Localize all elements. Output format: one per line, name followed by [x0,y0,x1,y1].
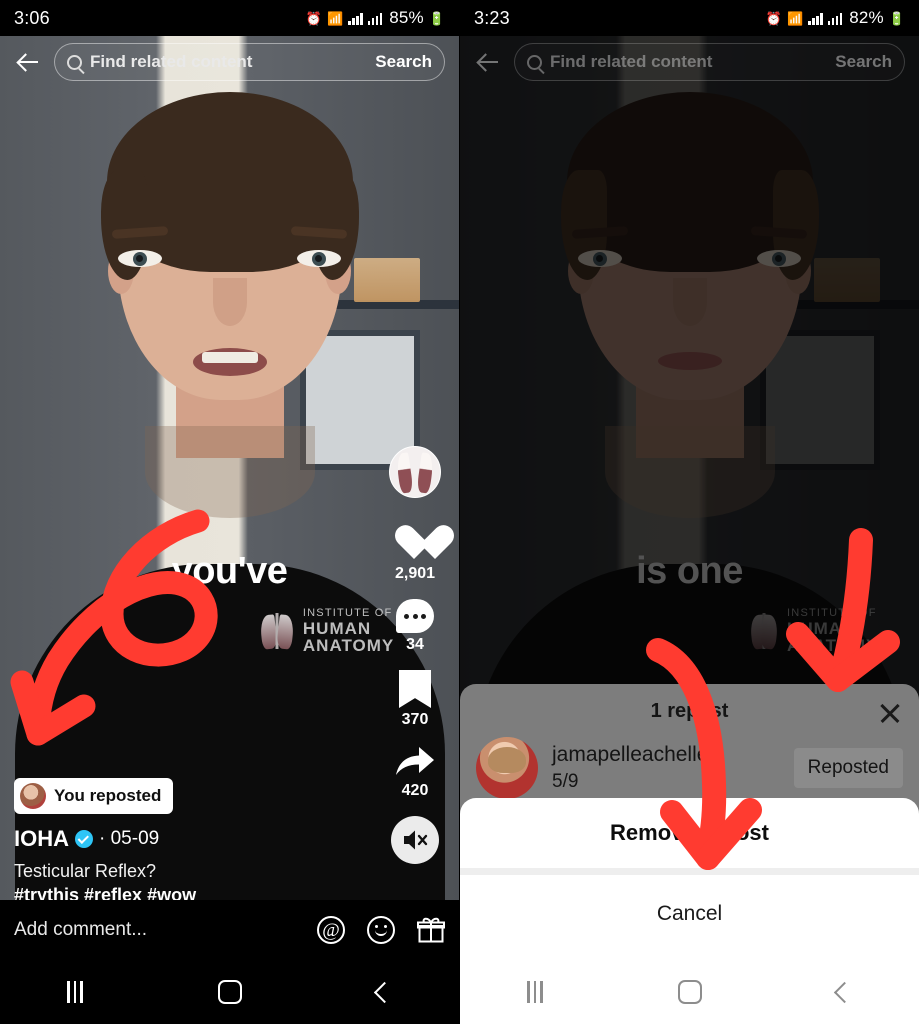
repost-badge[interactable]: You reposted [14,778,174,814]
android-back-icon[interactable] [833,981,855,1003]
author-row[interactable]: IOHA · 05-09 [14,826,344,852]
post-description: Testicular Reflex? [14,861,157,881]
action-sheet-divider [460,868,919,875]
search-icon [527,54,542,70]
search-input-wrapper[interactable]: Find related content Search [54,43,445,81]
back-arrow-icon[interactable] [14,48,42,76]
bookmark-count: 370 [401,711,429,728]
repost-date: 5/9 [552,771,579,792]
wifi-icon: 📶 [327,10,344,26]
search-bar-left: Find related content Search [0,36,459,88]
subject-nose [212,278,247,326]
left-phone-screenshot: you've INSTITUTE OF HUMAN ANATOMY 2,901 … [0,0,459,1024]
status-time: 3:06 [14,7,50,28]
search-bar-right: Find related content Search [460,36,919,88]
subject-mouth [192,348,267,376]
android-home-icon[interactable] [677,980,702,1004]
remove-repost-button[interactable]: Remove repost [460,798,919,868]
profile-avatar-icon[interactable] [389,446,441,498]
android-back-icon[interactable] [373,981,395,1003]
subject-hair [100,92,359,280]
search-input[interactable]: Find related content [550,52,819,72]
at-mention-icon[interactable]: @ [317,916,345,944]
repost-sheet-title: 1 repost [650,700,729,722]
repost-username: jamapelleachelle [552,743,709,766]
android-home-icon[interactable] [217,980,242,1004]
like-count: 2,901 [394,565,436,582]
mute-button[interactable] [391,816,439,864]
signal-bars-icon-2 [827,12,843,25]
cancel-button[interactable]: Cancel [460,875,919,960]
android-nav-right [460,960,919,1024]
alarm-icon: ⏰ [305,10,322,26]
speaker-muted-icon[interactable] [391,816,439,864]
share-button[interactable]: 420 [394,745,436,800]
android-recents-icon[interactable] [527,981,543,1003]
signal-bars-icon [348,12,363,25]
comment-button[interactable]: 34 [396,599,434,654]
panel-divider [459,0,460,1024]
author-name[interactable]: IOHA [14,826,69,852]
profile-button[interactable] [389,446,441,498]
comment-count: 34 [406,636,424,653]
bookmark-button[interactable]: 370 [399,670,431,729]
comment-input[interactable]: Add comment... [14,919,317,941]
wifi-icon: 📶 [787,10,804,26]
share-arrow-icon[interactable] [394,745,436,779]
subject-beard [144,426,315,518]
repost-user-avatar-icon [20,783,46,809]
back-arrow-icon[interactable] [474,48,502,76]
verified-badge-icon [75,830,93,848]
close-x-icon[interactable] [877,700,903,726]
post-meta-left: You reposted IOHA · 05-09 Testicular Ref… [14,778,344,906]
repost-action-sheet: Remove repost Cancel [460,798,919,960]
share-count: 420 [401,782,429,799]
anatomy-logo-icon [258,612,296,651]
shelf-objects-decor [354,258,420,302]
emoji-smiley-icon[interactable] [367,916,395,944]
comment-bubble-icon[interactable] [396,599,434,633]
battery-percent: 85% [389,8,424,27]
comment-bar-left: Add comment... @ [0,900,459,960]
repost-user-row[interactable]: jamapelleachelle 5/9 Reposted [460,723,919,799]
search-button[interactable]: Search [827,52,892,72]
bookmark-icon[interactable] [399,670,431,708]
action-rail-left: 2,901 34 370 420 [385,446,445,880]
subject-eye-right [297,250,341,267]
battery-percent: 82% [849,8,884,27]
status-bar-left: 3:06 ⏰ 📶 85% 🔋 [0,0,459,36]
status-bar-right: 3:23 ⏰ 📶 82% 🔋 [460,0,919,36]
search-icon [67,54,82,70]
reposted-button[interactable]: Reposted [793,748,903,788]
repost-badge-label: You reposted [54,786,162,805]
battery-icon: 🔋 [888,10,905,26]
user-avatar-icon [476,737,538,799]
status-time: 3:23 [474,7,510,28]
like-button[interactable]: 2,901 [395,526,435,583]
alarm-icon: ⏰ [765,10,782,26]
screenshot-stage: you've INSTITUTE OF HUMAN ANATOMY 2,901 … [0,0,919,1024]
signal-bars-icon-2 [367,12,383,25]
search-input-wrapper[interactable]: Find related content Search [514,43,905,81]
post-date: · 05-09 [99,828,160,849]
gift-icon[interactable] [417,916,445,944]
heart-icon[interactable] [395,526,435,562]
signal-bars-icon [808,12,823,25]
search-button[interactable]: Search [367,52,432,72]
android-recents-icon[interactable] [67,981,83,1003]
search-input[interactable]: Find related content [90,52,359,72]
right-phone-screenshot: is one INSTITUTE OF HUMAN ANATOMY 1 repo… [460,0,919,1024]
battery-icon: 🔋 [428,10,445,26]
subject-eye-left [118,250,162,267]
android-nav-left [0,960,459,1024]
